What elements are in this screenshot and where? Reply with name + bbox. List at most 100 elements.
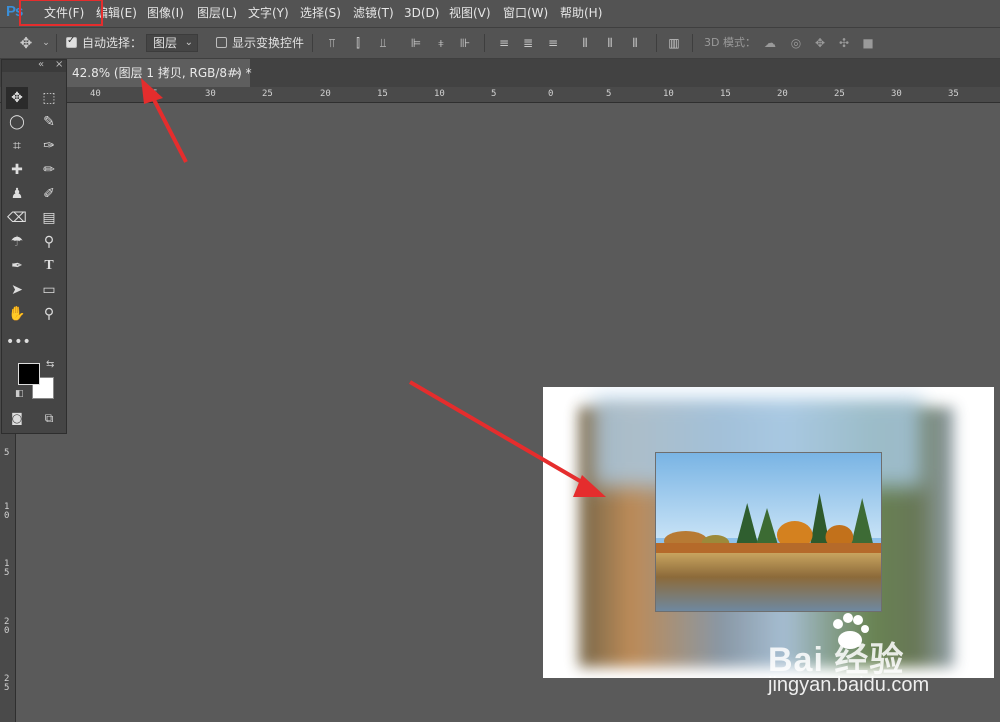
more-tools-icon[interactable]: ••• bbox=[6, 331, 31, 353]
menu-image[interactable]: 图像(I) bbox=[147, 0, 184, 27]
baidu-jingyan-watermark: Bai 经验 jingyan.baidu.com bbox=[768, 612, 1000, 722]
ruler-label: 1 0 bbox=[4, 502, 10, 521]
3d-camera-icon[interactable]: ■ bbox=[860, 35, 876, 51]
ruler-label: 15 bbox=[377, 89, 388, 99]
menu-window[interactable]: 窗口(W) bbox=[503, 0, 548, 27]
3d-mode-label: 3D 模式： bbox=[704, 36, 756, 49]
distribute-hcenter-icon[interactable]: ⦀ bbox=[602, 35, 618, 51]
ruler-label: 40 bbox=[90, 89, 101, 99]
distribute-right-icon[interactable]: ⦀ bbox=[627, 35, 643, 51]
auto-select-value: 图层 bbox=[153, 36, 178, 50]
show-transform-checkbox[interactable] bbox=[216, 37, 227, 48]
menu-view[interactable]: 视图(V) bbox=[449, 0, 491, 27]
marquee-tool-icon[interactable]: ⬚ bbox=[38, 87, 60, 109]
3d-orbit-icon[interactable]: ☁ bbox=[762, 35, 778, 51]
gradient-tool-icon[interactable]: ▤ bbox=[38, 207, 60, 229]
ruler-label: 30 bbox=[205, 89, 216, 99]
document-tab[interactable]: 42.8% (图层 1 拷贝, RGB/8#) * × bbox=[62, 59, 252, 87]
align-vcenter-icon[interactable]: ⫿ bbox=[350, 35, 366, 51]
menu-type[interactable]: 文字(Y) bbox=[248, 0, 289, 27]
lasso-tool-icon[interactable]: ◯ bbox=[6, 111, 28, 133]
brush-tool-icon[interactable]: ✏ bbox=[38, 159, 60, 181]
move-tool-icon[interactable]: ✥ bbox=[18, 35, 34, 51]
divider bbox=[312, 34, 313, 52]
toolbox-panel: « × ✥ ⬚ ◯ ✎ ⌗ ✑ ✚ ✏ ♟ ✐ ⌫ ▤ ☂ ⚲ ✒ T ➤ ▭ … bbox=[1, 59, 67, 434]
crop-tool-icon[interactable]: ⌗ bbox=[6, 135, 28, 157]
close-icon[interactable]: × bbox=[233, 59, 242, 87]
auto-select-checkbox[interactable] bbox=[66, 35, 77, 48]
healing-brush-tool-icon[interactable]: ✚ bbox=[6, 159, 28, 181]
eyedropper-tool-icon[interactable]: ✑ bbox=[38, 135, 60, 157]
auto-align-icon[interactable]: ▥ bbox=[666, 35, 682, 51]
menu-bar: Ps 文件(F) 编辑(E) 图像(I) 图层(L) 文字(Y) 选择(S) 滤… bbox=[0, 0, 1000, 27]
hand-tool-icon[interactable]: ✋ bbox=[6, 303, 28, 325]
ruler-label: 20 bbox=[320, 89, 331, 99]
divider bbox=[484, 34, 485, 52]
ruler-label: 20 bbox=[777, 89, 788, 99]
menu-filter[interactable]: 滤镜(T) bbox=[353, 0, 394, 27]
ruler-label: 35 bbox=[147, 89, 158, 99]
ruler-label: 2 5 bbox=[4, 674, 10, 693]
align-hcenter-icon[interactable]: ⧧ bbox=[433, 35, 449, 51]
close-icon[interactable]: × bbox=[55, 59, 63, 70]
landscape-photo bbox=[655, 452, 882, 612]
ruler-label: 1 5 bbox=[4, 559, 10, 578]
swap-colors-icon[interactable]: ⇆ bbox=[46, 359, 54, 370]
auto-select-label: 自动选择： bbox=[82, 36, 143, 50]
menu-layer[interactable]: 图层(L) bbox=[197, 0, 237, 27]
ruler-label: 10 bbox=[663, 89, 674, 99]
divider bbox=[656, 34, 657, 52]
move-tool-icon[interactable]: ✥ bbox=[6, 87, 28, 109]
horizontal-ruler[interactable]: 40 35 30 25 20 15 10 5 0 5 10 15 20 25 3… bbox=[0, 87, 1000, 103]
foreground-color-swatch[interactable] bbox=[18, 363, 40, 385]
distribute-left-icon[interactable]: ⦀ bbox=[577, 35, 593, 51]
collapse-icon[interactable]: « bbox=[38, 59, 44, 70]
ruler-label: 30 bbox=[891, 89, 902, 99]
distribute-top-icon[interactable]: ≡ bbox=[496, 35, 512, 51]
3d-pan-icon[interactable]: ✥ bbox=[812, 35, 828, 51]
toolbox-header[interactable]: « × bbox=[2, 59, 66, 72]
default-colors-icon[interactable]: ◧ bbox=[15, 389, 24, 399]
divider bbox=[692, 34, 693, 52]
align-right-icon[interactable]: ⊪ bbox=[457, 35, 473, 51]
3d-roll-icon[interactable]: ◎ bbox=[788, 35, 804, 51]
menu-3d[interactable]: 3D(D) bbox=[404, 0, 439, 27]
quick-select-tool-icon[interactable]: ✎ bbox=[38, 111, 60, 133]
ruler-label: 5 bbox=[606, 89, 612, 99]
screen-mode-icon[interactable]: ⧉ bbox=[38, 407, 60, 429]
pen-tool-icon[interactable]: ✒ bbox=[6, 255, 28, 277]
quick-mask-icon[interactable]: ◙ bbox=[6, 407, 28, 429]
align-bottom-icon[interactable]: ⫫ bbox=[375, 35, 391, 51]
menu-help[interactable]: 帮助(H) bbox=[560, 0, 602, 27]
rectangle-tool-icon[interactable]: ▭ bbox=[38, 279, 60, 301]
ruler-label: 0 bbox=[548, 89, 554, 99]
photo-water bbox=[656, 553, 881, 611]
divider bbox=[56, 34, 57, 52]
document-tab-title: 42.8% (图层 1 拷贝, RGB/8#) * bbox=[72, 66, 252, 80]
zoom-tool-icon[interactable]: ⚲ bbox=[38, 303, 60, 325]
path-selection-tool-icon[interactable]: ➤ bbox=[6, 279, 28, 301]
ruler-label: 10 bbox=[434, 89, 445, 99]
ruler-label: 15 bbox=[720, 89, 731, 99]
clone-stamp-tool-icon[interactable]: ♟ bbox=[6, 183, 28, 205]
menu-select[interactable]: 选择(S) bbox=[300, 0, 341, 27]
annotation-highlight-box bbox=[19, 0, 103, 26]
history-brush-tool-icon[interactable]: ✐ bbox=[38, 183, 60, 205]
ruler-label: 5 bbox=[4, 448, 10, 458]
ruler-label: 25 bbox=[834, 89, 845, 99]
distribute-bottom-icon[interactable]: ≡ bbox=[545, 35, 561, 51]
distribute-vcenter-icon[interactable]: ≣ bbox=[520, 35, 536, 51]
show-transform-label: 显示变换控件 bbox=[232, 36, 305, 50]
chevron-down-icon[interactable]: ⌄ bbox=[38, 35, 54, 51]
options-bar: ✥ ⌄ 自动选择： 图层 ⌄ 显示变换控件 ⫪ ⫿ ⫫ ⊫ ⧧ ⊪ ≡ ≣ ≡ … bbox=[0, 27, 1000, 59]
watermark-url: jingyan.baidu.com bbox=[768, 674, 930, 696]
dodge-tool-icon[interactable]: ⚲ bbox=[38, 231, 60, 253]
align-left-icon[interactable]: ⊫ bbox=[408, 35, 424, 51]
ruler-label: 25 bbox=[262, 89, 273, 99]
3d-slide-icon[interactable]: ✣ bbox=[836, 35, 852, 51]
type-tool-icon[interactable]: T bbox=[38, 255, 60, 277]
eraser-tool-icon[interactable]: ⌫ bbox=[6, 207, 28, 229]
blur-tool-icon[interactable]: ☂ bbox=[6, 231, 28, 253]
auto-select-dropdown[interactable]: 图层 ⌄ bbox=[146, 34, 198, 52]
align-top-icon[interactable]: ⫪ bbox=[324, 35, 340, 51]
